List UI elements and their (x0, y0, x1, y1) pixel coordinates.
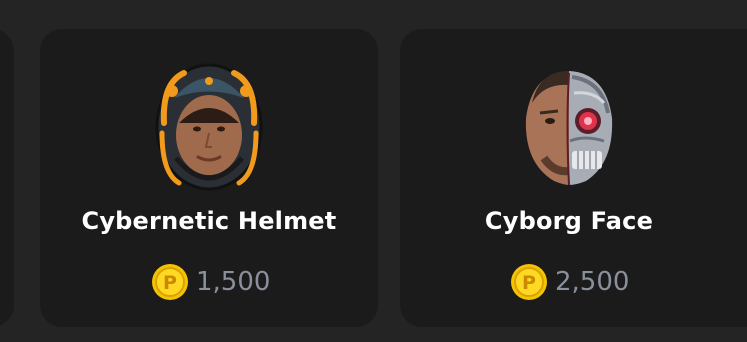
svg-text:P: P (522, 272, 536, 294)
store-item-card[interactable]: Cybernetic Helmet P 1,500 (40, 29, 378, 327)
item-name: Cybernetic Helmet (81, 207, 337, 235)
item-price: P 1,500 (151, 263, 270, 301)
store-item-card-partial[interactable] (0, 29, 14, 327)
svg-text:P: P (163, 272, 177, 294)
item-price: P 2,500 (510, 263, 629, 301)
price-value: 2,500 (555, 267, 630, 297)
cyborg-face-avatar (514, 63, 624, 191)
coin-p-icon: P (511, 264, 547, 300)
store-item-card[interactable]: Cyborg Face P 2,500 (400, 29, 747, 327)
coin-p-icon: P (152, 264, 188, 300)
cybernetic-helmet-avatar (154, 63, 264, 191)
store-items-row: Cybernetic Helmet P 1,500 Cyborg Face P … (0, 0, 747, 342)
price-value: 1,500 (196, 267, 271, 297)
item-name: Cyborg Face (484, 207, 654, 235)
